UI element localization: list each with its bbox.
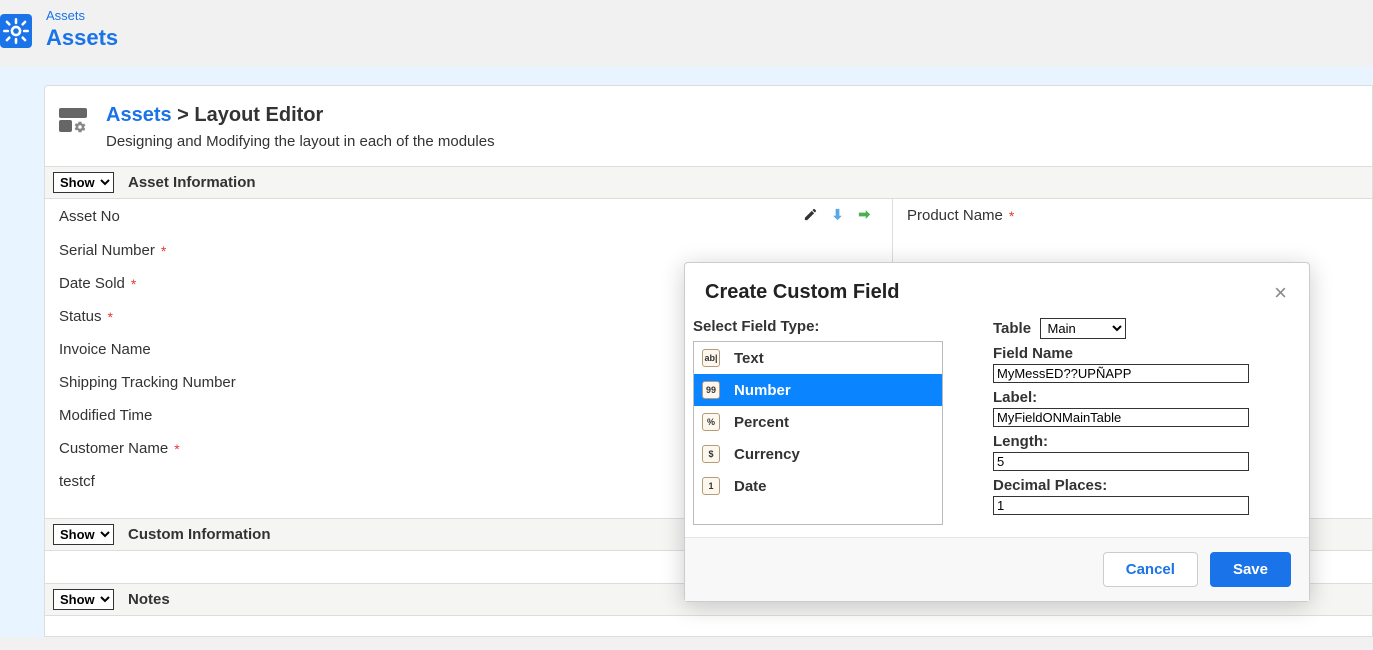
field-label: Modified Time — [59, 407, 152, 424]
field-type-list[interactable]: ab| Text 99 Number% Percent $ Currency 1 Date — [693, 341, 943, 525]
type-icon: % — [702, 413, 720, 431]
required-indicator: * — [131, 276, 136, 292]
field-label: testcf — [59, 473, 95, 490]
field-type-option[interactable]: 1 Date — [694, 470, 942, 502]
type-icon: 1 — [702, 477, 720, 495]
breadcrumb-current: Layout Editor — [194, 104, 323, 126]
section-bar-asset-information: Show Asset Information — [45, 166, 1372, 199]
close-icon[interactable]: × — [1274, 282, 1287, 304]
table-select[interactable]: Main — [1040, 318, 1126, 339]
show-toggle-select[interactable]: Show — [53, 172, 114, 193]
show-toggle-select[interactable]: Show — [53, 589, 114, 610]
field-label: Date Sold — [59, 275, 125, 292]
create-custom-field-modal: Create Custom Field × Select Field Type:… — [684, 262, 1310, 602]
required-indicator: * — [1009, 208, 1014, 224]
app-header: Assets Assets — [0, 0, 1373, 67]
select-field-type-label: Select Field Type: — [693, 318, 943, 335]
field-label: Asset No — [59, 208, 120, 225]
length-label: Length: — [993, 433, 1048, 450]
arrow-down-icon[interactable] — [830, 207, 845, 226]
field-type-option[interactable]: ab| Text — [694, 342, 942, 374]
field-type-label: Text — [734, 350, 764, 367]
field-type-label: Currency — [734, 446, 800, 463]
field-type-label: Date — [734, 478, 767, 495]
required-indicator: * — [108, 309, 113, 325]
section-title: Asset Information — [128, 174, 256, 191]
length-input[interactable] — [993, 452, 1249, 471]
edit-icon[interactable] — [803, 207, 818, 226]
required-indicator: * — [161, 243, 166, 259]
label-input[interactable] — [993, 408, 1249, 427]
decimal-places-input[interactable] — [993, 496, 1249, 515]
field-type-option[interactable]: % Percent — [694, 406, 942, 438]
breadcrumb-separator: > — [172, 104, 195, 126]
table-label: Table — [993, 320, 1031, 337]
field-label: Status — [59, 308, 102, 325]
field-label: Product Name — [907, 207, 1003, 224]
type-icon: $ — [702, 445, 720, 463]
layout-editor-icon — [59, 108, 88, 139]
type-icon: ab| — [702, 349, 720, 367]
label-label: Label: — [993, 389, 1037, 406]
field-row[interactable]: Asset No — [45, 199, 892, 234]
field-name-input[interactable] — [993, 364, 1249, 383]
cancel-button[interactable]: Cancel — [1103, 552, 1198, 587]
field-name-label: Field Name — [993, 345, 1073, 362]
page-module-title: Assets — [46, 25, 118, 51]
show-toggle-select[interactable]: Show — [53, 524, 114, 545]
arrow-right-icon[interactable] — [857, 207, 872, 226]
field-type-option[interactable]: $ Currency — [694, 438, 942, 470]
field-type-label: Percent — [734, 414, 789, 431]
type-icon: 99 — [702, 381, 720, 399]
field-label: Shipping Tracking Number — [59, 374, 236, 391]
field-row[interactable]: Product Name * — [893, 199, 1372, 232]
section-title: Notes — [128, 591, 170, 608]
panel-header: Assets > Layout Editor Designing and Mod… — [45, 86, 1372, 166]
field-label: Invoice Name — [59, 341, 151, 358]
field-label: Serial Number — [59, 242, 155, 259]
panel-description: Designing and Modifying the layout in ea… — [106, 133, 495, 150]
save-button[interactable]: Save — [1210, 552, 1291, 587]
field-type-label: Number — [734, 382, 791, 399]
field-type-option[interactable]: 99 Number — [694, 374, 942, 406]
decimal-places-label: Decimal Places: — [993, 477, 1107, 494]
app-logo-icon — [0, 14, 32, 48]
field-label: Customer Name — [59, 440, 168, 457]
modal-title: Create Custom Field — [705, 281, 899, 304]
breadcrumb-module[interactable]: Assets — [46, 8, 118, 23]
section-title: Custom Information — [128, 526, 271, 543]
breadcrumb-assets-link[interactable]: Assets — [106, 104, 172, 126]
required-indicator: * — [174, 441, 179, 457]
